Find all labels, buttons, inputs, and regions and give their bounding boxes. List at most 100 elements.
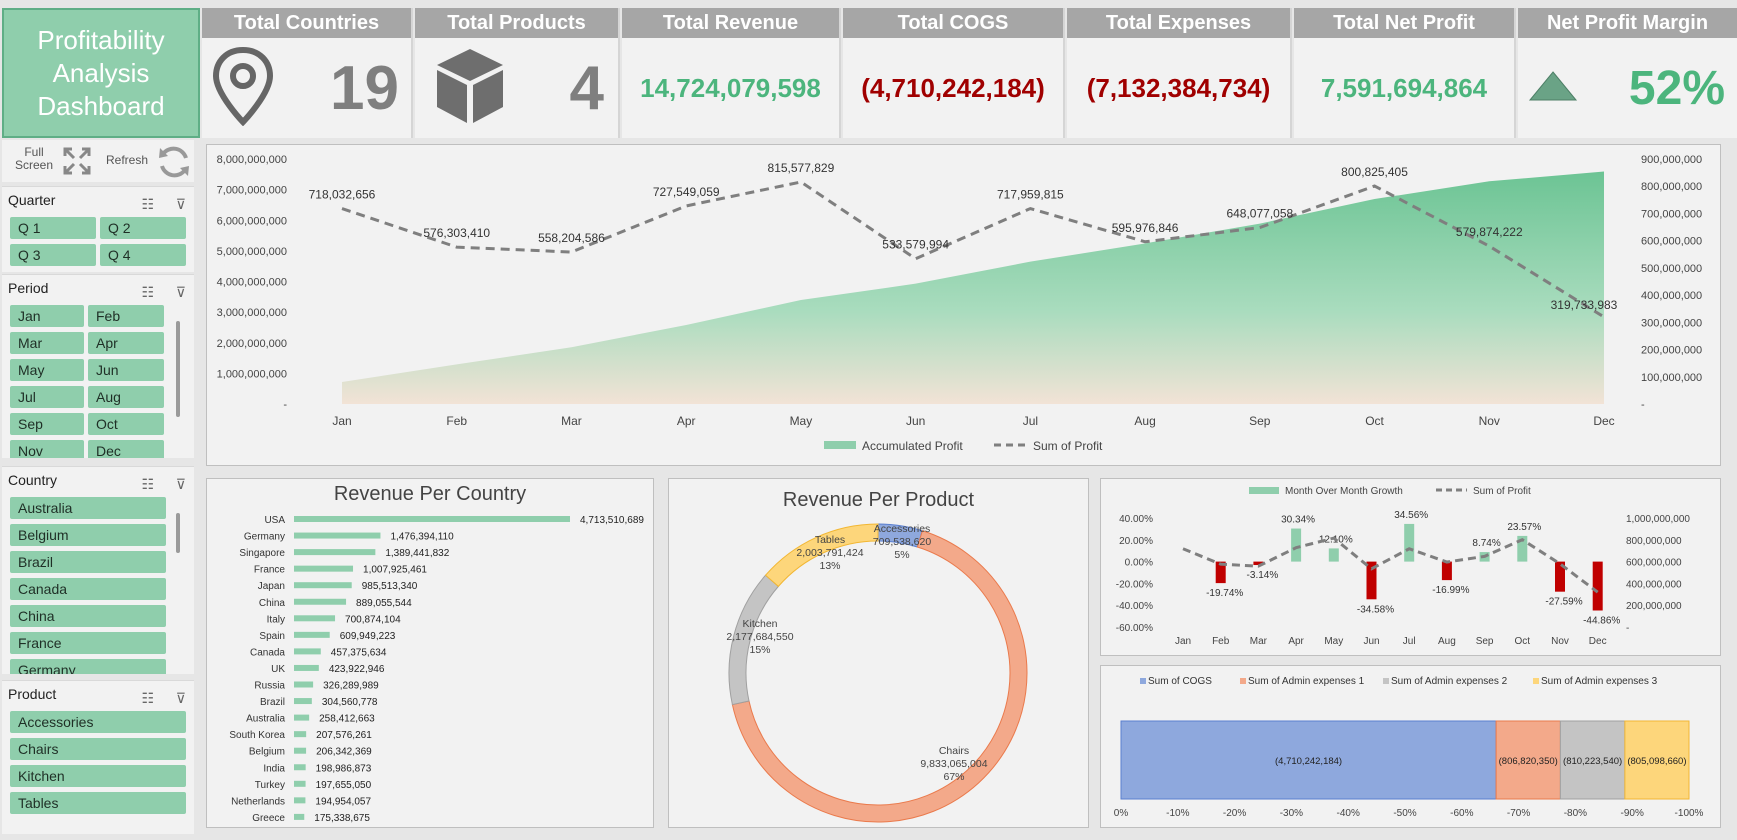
x-tick-label: May	[790, 414, 813, 428]
kpi-value: 14,724,079,598	[640, 72, 821, 103]
x-tick-label: Nov	[1551, 636, 1569, 647]
x-tick-label: -70%	[1507, 808, 1530, 819]
slicer-item-may[interactable]: May	[10, 359, 84, 381]
y-tick-label: 5,000,000,000	[217, 246, 287, 258]
slicer-item-dec[interactable]: Dec	[88, 440, 164, 458]
slicer-item-accessories[interactable]: Accessories	[10, 711, 186, 733]
kpi-total-cogs: Total COGS (4,710,242,184)	[843, 8, 1065, 138]
slicer-scrollbar[interactable]	[176, 513, 180, 553]
refresh-button[interactable]: Refresh	[106, 144, 192, 178]
fullscreen-button[interactable]: Full Screen	[14, 144, 94, 178]
slicer-item-chairs[interactable]: Chairs	[10, 738, 186, 760]
slicer-item-aug[interactable]: Aug	[88, 386, 164, 408]
multi-select-icon[interactable]: ☷	[141, 191, 154, 217]
bar	[294, 549, 376, 556]
toolbar: Full Screen Refresh	[2, 140, 194, 182]
chart-revenue-per-country: Revenue Per Country USA 4,713,510,689 Germ…	[206, 478, 654, 828]
slicer-item-germany[interactable]: Germany	[10, 659, 166, 674]
y2-tick-label: 300,000,000	[1641, 317, 1702, 329]
slicer-scrollbar[interactable]	[176, 321, 180, 417]
y2-tick-label: 600,000,000	[1641, 236, 1702, 248]
data-label: 457,375,634	[331, 647, 387, 658]
data-label: 207,576,261	[316, 730, 372, 741]
slicer-item-france[interactable]: France	[10, 632, 166, 654]
x-tick-label: -50%	[1393, 808, 1416, 819]
category-label: Japan	[258, 581, 285, 592]
legend-swatch	[1533, 678, 1539, 684]
bar	[294, 598, 347, 605]
month-over-month-growth-chart: Month Over Month Growth Sum of Profit 40.0…	[1116, 486, 1691, 647]
slice-value: 2,177,684,550	[726, 631, 793, 643]
multi-select-icon[interactable]: ☷	[141, 685, 154, 711]
clear-filter-icon[interactable]: ⊽	[176, 471, 186, 497]
multi-select-icon[interactable]: ☷	[141, 279, 154, 305]
slicer-item-apr[interactable]: Apr	[88, 332, 164, 354]
slicer-item-brazil[interactable]: Brazil	[10, 551, 166, 573]
x-tick-label: Dec	[1593, 414, 1614, 428]
slicer-item-tables[interactable]: Tables	[10, 792, 186, 814]
x-tick-label: Sep	[1249, 414, 1271, 428]
y2-tick-label: -	[1626, 623, 1629, 634]
slicer-item-feb[interactable]: Feb	[88, 305, 164, 327]
y2-tick-label: 800,000,000	[1641, 181, 1702, 193]
slicer-item-jul[interactable]: Jul	[10, 386, 84, 408]
bar	[294, 631, 330, 638]
expand-icon	[62, 146, 92, 181]
x-tick-label: Nov	[1479, 414, 1500, 428]
bar	[294, 714, 310, 721]
data-label: 889,055,544	[356, 598, 412, 609]
slicer-item-kitchen[interactable]: Kitchen	[10, 765, 186, 787]
chart-revenue-per-product: Revenue Per Product Accessories 709,538,6…	[668, 478, 1089, 828]
kpi-value: 52%	[1628, 61, 1725, 115]
category-label: Germany	[244, 532, 285, 543]
bar	[294, 681, 314, 688]
legend-label: Month Over Month Growth	[1285, 486, 1403, 497]
slicer-item-q3[interactable]: Q 3	[10, 244, 96, 266]
x-tick-label: -100%	[1675, 808, 1704, 819]
category-label: UK	[271, 664, 285, 675]
bar	[294, 615, 336, 622]
bar	[294, 582, 352, 589]
multi-select-icon[interactable]: ☷	[141, 471, 154, 497]
slicer-item-oct[interactable]: Oct	[88, 413, 164, 435]
clear-filter-icon[interactable]: ⊽	[176, 279, 186, 305]
data-label: 4,713,510,689	[580, 515, 644, 526]
slicer-item-q2[interactable]: Q 2	[100, 217, 186, 239]
slicer-item-jun[interactable]: Jun	[88, 359, 164, 381]
kpi-total-countries: Total Countries 19	[202, 8, 413, 138]
slicer-item-sep[interactable]: Sep	[10, 413, 84, 435]
data-label: 648,077,058	[1226, 207, 1293, 221]
slicer-item-canada[interactable]: Canada	[10, 578, 166, 600]
category-label: Spain	[259, 631, 285, 642]
kpi-total-products: Total Products 4	[415, 8, 620, 138]
sum-of-profit-line	[1182, 536, 1599, 594]
bar	[294, 698, 312, 705]
data-label: 30.34%	[1281, 515, 1315, 526]
y-tick-label: 1,000,000,000	[217, 368, 287, 380]
slicer-item-nov[interactable]: Nov	[10, 440, 84, 458]
slicer-item-q1[interactable]: Q 1	[10, 217, 96, 239]
kpi-value: (7,132,384,734)	[1086, 72, 1271, 103]
dashboard-title: Profitability Analysis Dashboard	[2, 8, 200, 138]
slicer-period: Period ☷ ⊽ Jan Feb Mar Apr May Jun Jul A…	[2, 274, 194, 458]
slicer-quarter: Quarter ☷ ⊽ Q 1 Q 2 Q 3 Q 4	[2, 186, 194, 272]
slicer-item-q4[interactable]: Q 4	[100, 244, 186, 266]
kpi-total-expenses: Total Expenses (7,132,384,734)	[1067, 8, 1292, 138]
refresh-icon	[156, 144, 192, 185]
kpi-total-net-profit: Total Net Profit 7,591,694,864	[1294, 8, 1516, 138]
data-label: 1,476,394,110	[390, 532, 454, 543]
clear-filter-icon[interactable]: ⊽	[176, 685, 186, 711]
slicer-item-belgium[interactable]: Belgium	[10, 524, 166, 546]
slicer-item-mar[interactable]: Mar	[10, 332, 84, 354]
slicer-item-australia[interactable]: Australia	[10, 497, 166, 519]
clear-filter-icon[interactable]: ⊽	[176, 191, 186, 217]
y2-tick-label: 900,000,000	[1641, 154, 1702, 166]
slicer-item-china[interactable]: China	[10, 605, 166, 627]
bar	[1592, 561, 1603, 611]
x-tick-label: Jun	[906, 414, 925, 428]
legend-label: Sum of COGS	[1148, 676, 1212, 687]
kpi-net-profit-margin: Net Profit Margin 52%	[1518, 8, 1737, 138]
kpi-label: Net Profit Margin	[1518, 8, 1737, 38]
slicer-item-jan[interactable]: Jan	[10, 305, 84, 327]
x-tick-label: -40%	[1337, 808, 1360, 819]
